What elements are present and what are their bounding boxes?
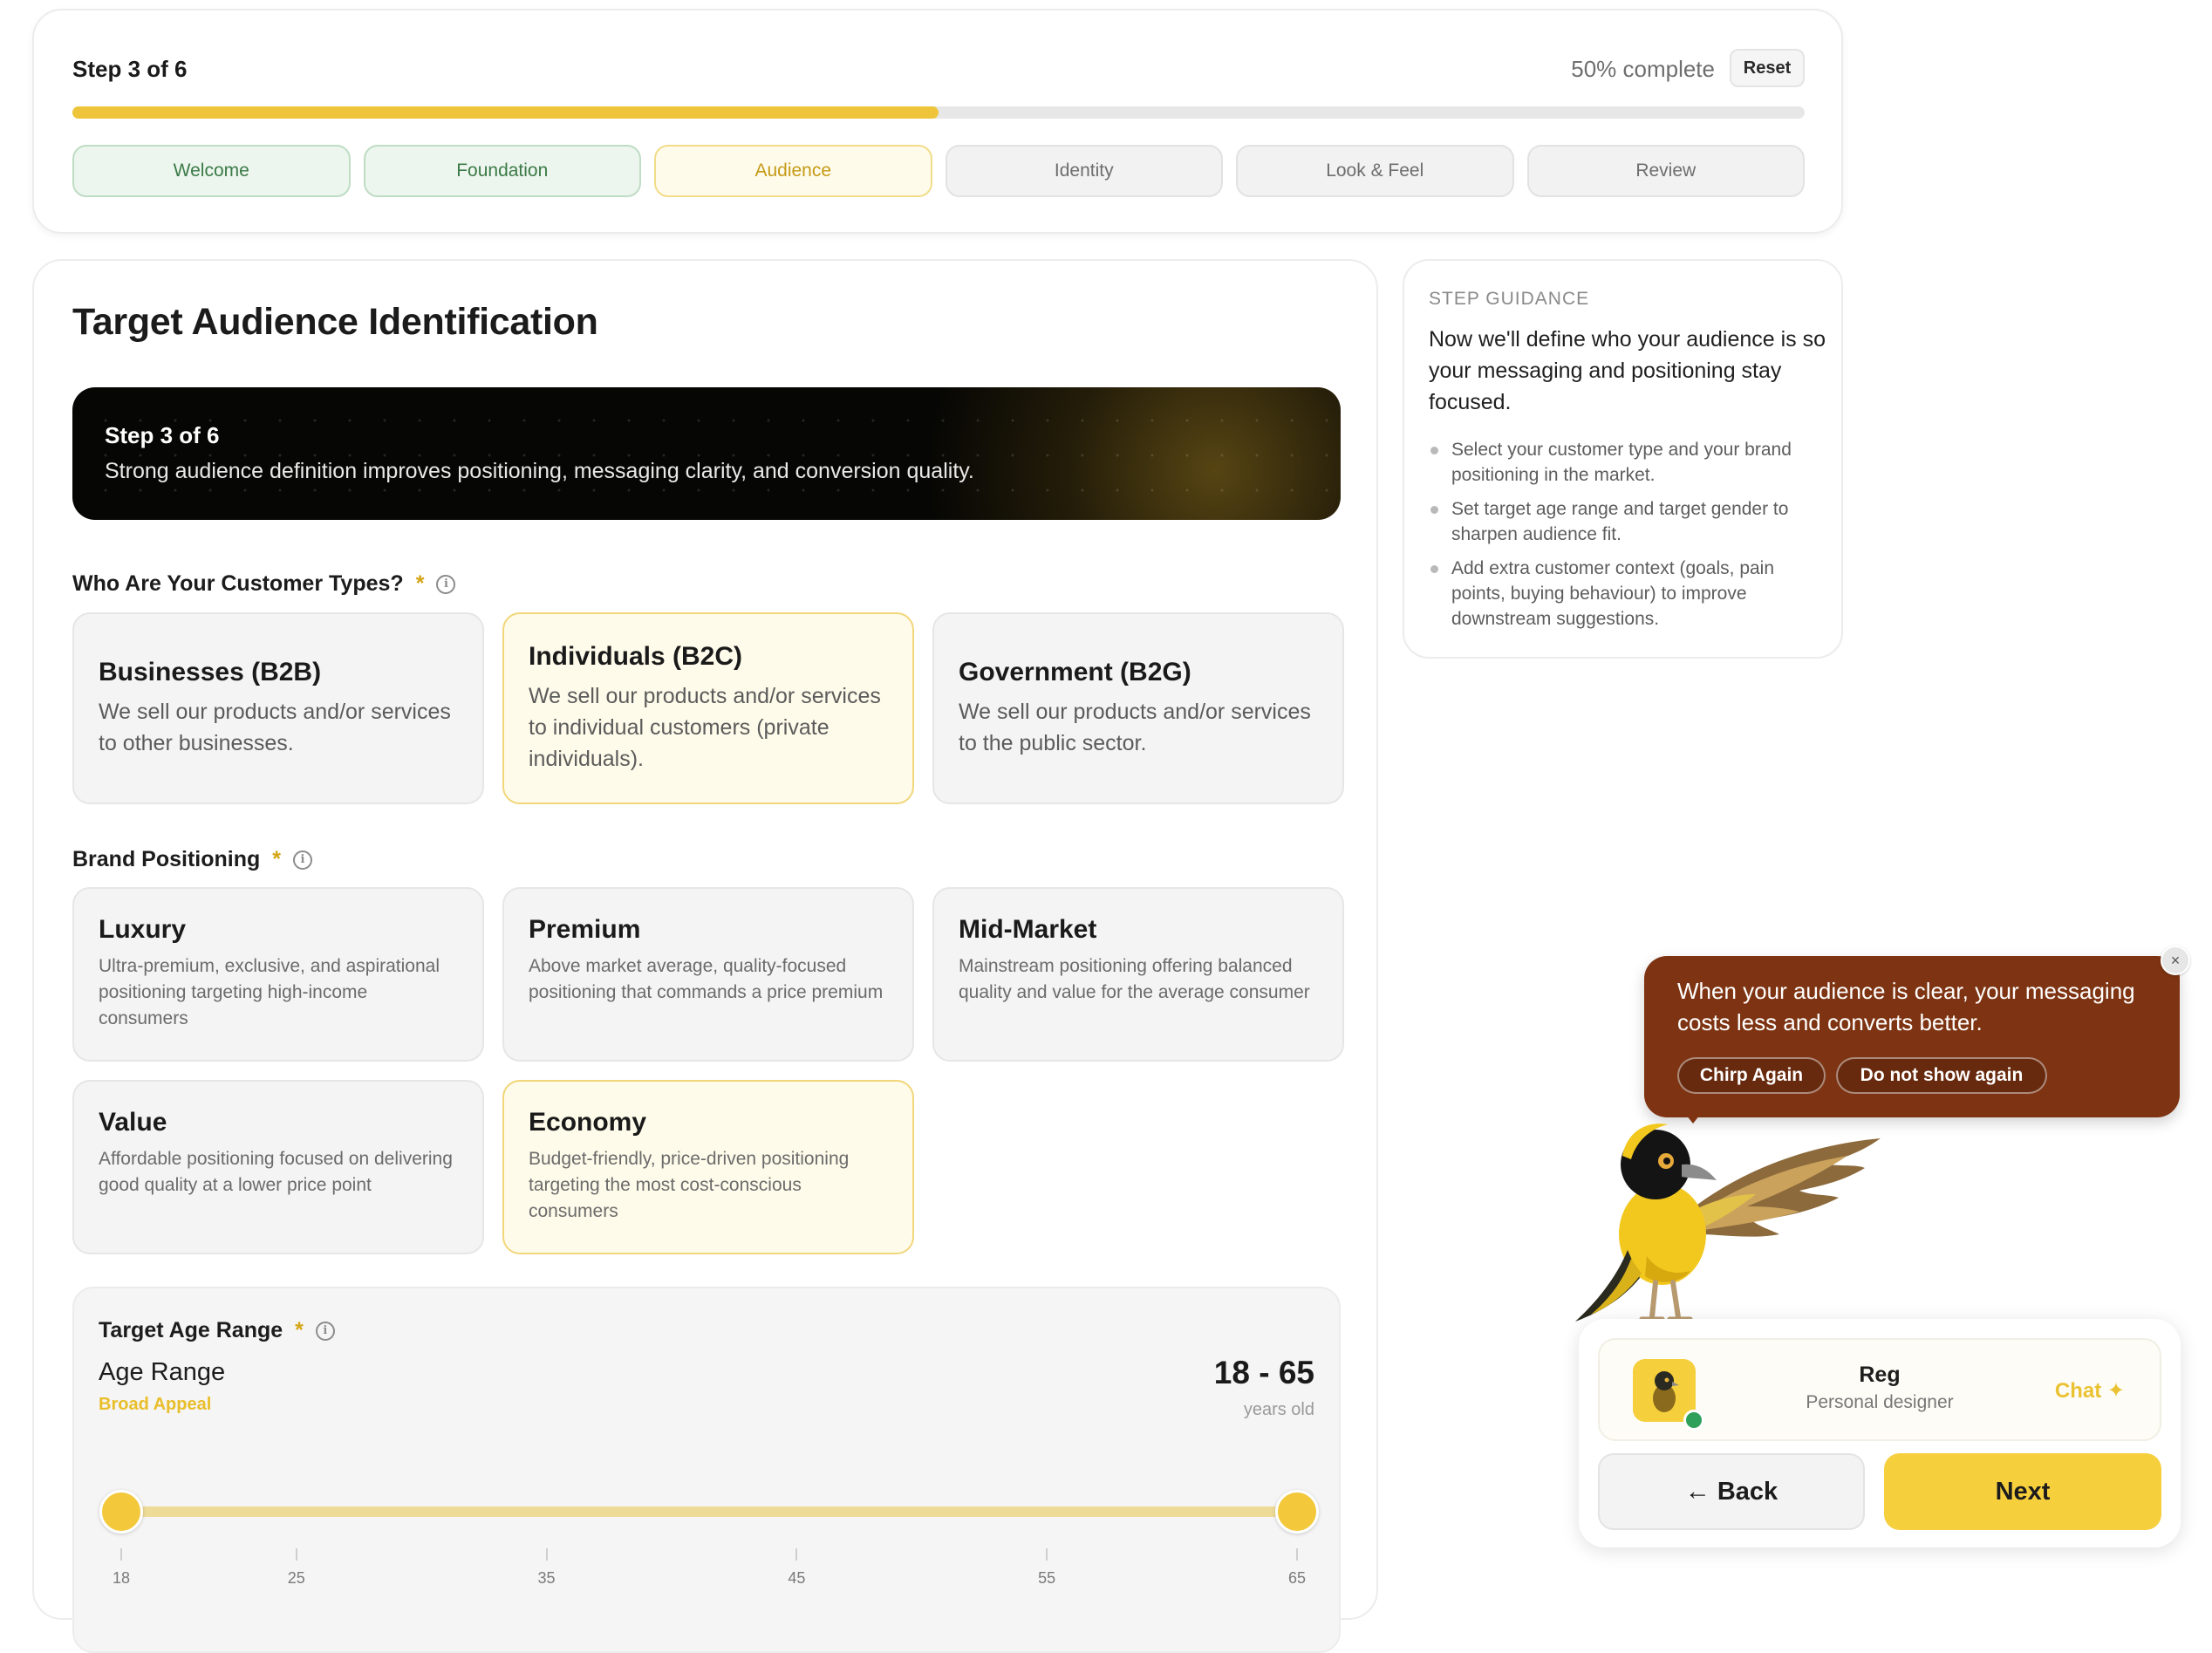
age-range-unit: years old bbox=[1243, 1400, 1314, 1419]
guidance-heading: STEP GUIDANCE bbox=[1429, 289, 1590, 309]
step-guidance-card: STEP GUIDANCE Now we'll define who your … bbox=[1403, 259, 1843, 659]
info-icon[interactable]: i bbox=[436, 574, 456, 594]
age-range-section-label: Target Age Range * i bbox=[99, 1318, 335, 1343]
guidance-item: Select your customer type and your brand… bbox=[1429, 437, 1828, 488]
option-description: Above market average, quality-focused po… bbox=[529, 956, 884, 1002]
age-range-value: 18 - 65 bbox=[1213, 1355, 1314, 1390]
banner-text: Strong audience definition improves posi… bbox=[105, 459, 974, 483]
option-title: Individuals (B2C) bbox=[529, 642, 743, 671]
required-mark: * bbox=[295, 1318, 304, 1342]
option-title: Mid-Market bbox=[959, 915, 1097, 944]
close-icon[interactable]: × bbox=[2161, 946, 2190, 975]
page-title: Target Audience Identification bbox=[72, 301, 598, 343]
required-mark: * bbox=[415, 571, 425, 596]
reset-button[interactable]: Reset bbox=[1730, 49, 1805, 87]
bird-illustration bbox=[1575, 1124, 1881, 1322]
option-description: We sell our products and/or services to … bbox=[529, 684, 881, 771]
guidance-item: Add extra customer context (goals, pain … bbox=[1429, 556, 1828, 632]
next-button[interactable]: Next bbox=[1884, 1453, 2161, 1530]
back-button[interactable]: ← Back bbox=[1598, 1453, 1865, 1530]
age-slider-tick bbox=[1046, 1548, 1048, 1561]
age-slider-max-handle[interactable] bbox=[1275, 1490, 1319, 1533]
age-slider-tick bbox=[545, 1548, 548, 1561]
bird-legs bbox=[1639, 1280, 1693, 1322]
age-slider-tick-label: 18 bbox=[112, 1569, 131, 1587]
age-slider-min-handle[interactable] bbox=[99, 1490, 143, 1533]
progress-step-label: Step 3 of 6 bbox=[72, 56, 188, 82]
main-form-card: Target Audience Identification Step 3 of… bbox=[32, 259, 1378, 1653]
age-slider-tick-label: 45 bbox=[788, 1569, 806, 1587]
bird-body bbox=[1575, 1184, 1706, 1322]
brand-positioning-option[interactable]: Value Affordable positioning focused on … bbox=[72, 1080, 484, 1254]
option-title: Government (B2G) bbox=[959, 658, 1191, 686]
step-tab-welcome[interactable]: Welcome bbox=[72, 145, 351, 197]
brand-positioning-option[interactable]: Luxury Ultra-premium, exclusive, and asp… bbox=[72, 887, 484, 1062]
age-range-descriptor: Broad Appeal bbox=[99, 1395, 212, 1414]
brand-positioning-label: Brand Positioning * i bbox=[72, 847, 313, 872]
customer-types-label: Who Are Your Customer Types? * i bbox=[72, 571, 456, 597]
option-description: Ultra-premium, exclusive, and aspiration… bbox=[99, 956, 440, 1028]
chirp-bubble: When your audience is clear, your messag… bbox=[1644, 956, 2180, 1117]
step-tab-review[interactable]: Review bbox=[1526, 145, 1805, 197]
age-slider-tick bbox=[1296, 1548, 1298, 1561]
bird-wing bbox=[1682, 1138, 1881, 1237]
chirp-message: When your audience is clear, your messag… bbox=[1677, 978, 2135, 1035]
step-tab-foundation[interactable]: Foundation bbox=[363, 145, 641, 197]
guidance-intro: Now we'll define who your audience is so… bbox=[1429, 327, 1826, 414]
option-description: We sell our products and/or services to … bbox=[99, 700, 451, 755]
banner-dot-pattern bbox=[72, 387, 1341, 520]
customer-type-option[interactable]: Businesses (B2B) We sell our products an… bbox=[72, 612, 484, 804]
banner-title: Step 3 of 6 bbox=[105, 422, 220, 448]
age-slider-tick-label: 25 bbox=[287, 1569, 305, 1587]
guidance-list: Select your customer type and your brand… bbox=[1429, 437, 1828, 640]
age-range-label-text: Target Age Range bbox=[99, 1318, 283, 1342]
brand-positioning-label-text: Brand Positioning bbox=[72, 847, 261, 871]
option-description: Mainstream positioning offering balanced… bbox=[959, 956, 1310, 1002]
option-title: Premium bbox=[529, 915, 641, 944]
chirp-again-button[interactable]: Chirp Again bbox=[1677, 1057, 1826, 1094]
age-range-panel: Target Age Range * i Age Range Broad App… bbox=[72, 1287, 1341, 1653]
step-tab-audience[interactable]: Audience bbox=[654, 145, 932, 197]
customer-type-option[interactable]: Individuals (B2C) We sell our products a… bbox=[502, 612, 914, 804]
customer-type-option[interactable]: Government (B2G) We sell our products an… bbox=[932, 612, 1344, 804]
chat-link[interactable]: Chat ✦ bbox=[2055, 1378, 2125, 1404]
do-not-show-again-button[interactable]: Do not show again bbox=[1836, 1057, 2047, 1094]
step-tab-identity[interactable]: Identity bbox=[945, 145, 1223, 197]
option-description: Budget-friendly, price-driven positionin… bbox=[529, 1149, 850, 1221]
brand-positioning-option[interactable]: Economy Budget-friendly, price-driven po… bbox=[502, 1080, 914, 1254]
required-mark: * bbox=[272, 847, 282, 871]
progress-percent-label: 50% complete bbox=[1571, 56, 1715, 82]
progress-bar-fill bbox=[72, 106, 939, 119]
option-description: Affordable positioning focused on delive… bbox=[99, 1149, 453, 1195]
customer-types-label-text: Who Are Your Customer Types? bbox=[72, 571, 404, 596]
age-range-field-label: Age Range bbox=[99, 1358, 226, 1386]
option-title: Luxury bbox=[99, 915, 187, 944]
progress-bar bbox=[72, 106, 1805, 119]
age-slider-tick-label: 55 bbox=[1038, 1569, 1056, 1587]
age-slider-tick bbox=[120, 1548, 122, 1561]
age-slider-track[interactable] bbox=[121, 1506, 1297, 1517]
option-title: Businesses (B2B) bbox=[99, 658, 322, 686]
age-slider-tick-label: 35 bbox=[537, 1569, 556, 1587]
step-tab-look-and-feel[interactable]: Look & Feel bbox=[1236, 145, 1514, 197]
assistant-panel: Reg Personal designer Chat ✦ ← Back Next bbox=[1579, 1319, 2181, 1547]
option-title: Economy bbox=[529, 1108, 647, 1137]
age-slider-tick bbox=[795, 1548, 798, 1561]
info-icon[interactable]: i bbox=[293, 850, 313, 870]
info-icon[interactable]: i bbox=[315, 1321, 335, 1341]
brand-positioning-option[interactable]: Premium Above market average, quality-fo… bbox=[502, 887, 914, 1062]
bird-head bbox=[1621, 1124, 1717, 1199]
step-tabs: Welcome Foundation Audience Identity Loo… bbox=[72, 145, 1805, 197]
age-slider-tick bbox=[295, 1548, 297, 1561]
brand-positioning-option[interactable]: Mid-Market Mainstream positioning offeri… bbox=[932, 887, 1344, 1062]
step-banner: Step 3 of 6 Strong audience definition i… bbox=[72, 387, 1341, 520]
age-slider-tick-label: 65 bbox=[1287, 1569, 1307, 1587]
option-description: We sell our products and/or services to … bbox=[959, 700, 1311, 755]
assistant-card[interactable]: Reg Personal designer Chat ✦ bbox=[1598, 1338, 2161, 1441]
progress-card: Step 3 of 6 50% complete Reset Welcome F… bbox=[32, 9, 1843, 234]
option-title: Value bbox=[99, 1108, 167, 1137]
guidance-item: Set target age range and target gender t… bbox=[1429, 496, 1828, 547]
